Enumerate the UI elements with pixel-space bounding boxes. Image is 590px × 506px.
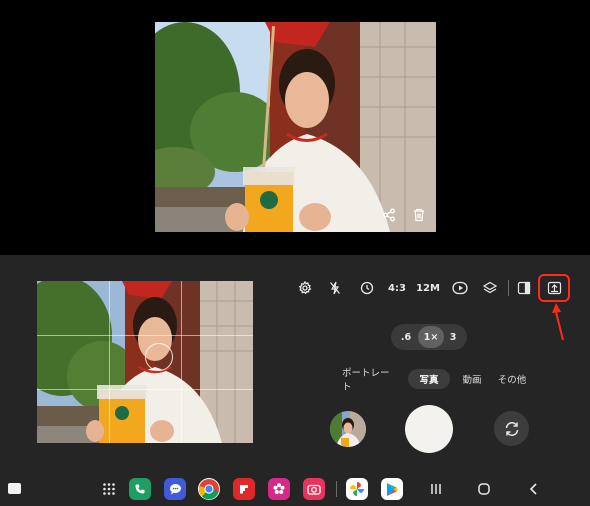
toolbar-divider — [508, 280, 509, 296]
mode-video[interactable]: 動画 — [458, 369, 486, 389]
timer-icon[interactable] — [356, 277, 378, 299]
grid-line — [37, 335, 253, 336]
trash-icon[interactable] — [408, 204, 430, 226]
aspect-ratio-button[interactable]: 4:3 — [384, 277, 410, 299]
taskbar-divider — [336, 481, 337, 497]
flash-off-icon[interactable] — [324, 277, 346, 299]
zoom-option-3[interactable]: 3 — [444, 326, 462, 348]
blossom-app-icon[interactable] — [268, 478, 290, 500]
mode-photo[interactable]: 写真 — [408, 369, 450, 389]
back-icon[interactable] — [524, 480, 544, 498]
side-panel-icon[interactable] — [513, 277, 535, 299]
zoom-option-1x[interactable]: 1× — [418, 326, 444, 348]
phone-icon[interactable] — [129, 478, 151, 500]
resolution-button[interactable]: 12M — [414, 277, 442, 299]
recents-icon[interactable] — [426, 480, 446, 498]
gear-icon[interactable] — [294, 277, 316, 299]
captured-photo[interactable] — [155, 22, 436, 232]
grid-line — [181, 281, 182, 443]
motion-photo-icon[interactable] — [449, 277, 471, 299]
chrome-icon[interactable] — [198, 478, 220, 500]
gallery-thumbnail-image — [330, 411, 366, 447]
play-store-icon[interactable] — [381, 478, 403, 500]
focus-ring — [145, 343, 173, 371]
mode-more[interactable]: その他 — [495, 369, 529, 389]
layers-icon[interactable] — [479, 277, 501, 299]
flipboard-icon[interactable] — [233, 478, 255, 500]
home-icon[interactable] — [474, 480, 494, 498]
red-arrow-annotation — [552, 303, 564, 341]
switch-camera-button[interactable] — [494, 411, 529, 446]
notification-icon[interactable] — [8, 483, 21, 494]
shutter-button[interactable] — [405, 405, 453, 453]
captured-photo-image — [155, 22, 436, 232]
grid-line — [109, 281, 110, 443]
camera-app-icon[interactable] — [303, 478, 325, 500]
gallery-thumbnail[interactable] — [330, 411, 366, 447]
zoom-option-0.6[interactable]: .6 — [396, 326, 416, 348]
mode-portrait[interactable]: ポートレート — [342, 368, 398, 393]
messages-icon[interactable] — [164, 478, 186, 500]
switch-camera-icon — [505, 421, 518, 436]
apps-grid-icon[interactable] — [99, 480, 119, 498]
taskbar — [0, 470, 590, 506]
share-icon[interactable] — [378, 204, 400, 226]
highlight-box — [538, 274, 570, 302]
photos-icon[interactable] — [346, 478, 368, 500]
grid-line — [37, 389, 253, 390]
